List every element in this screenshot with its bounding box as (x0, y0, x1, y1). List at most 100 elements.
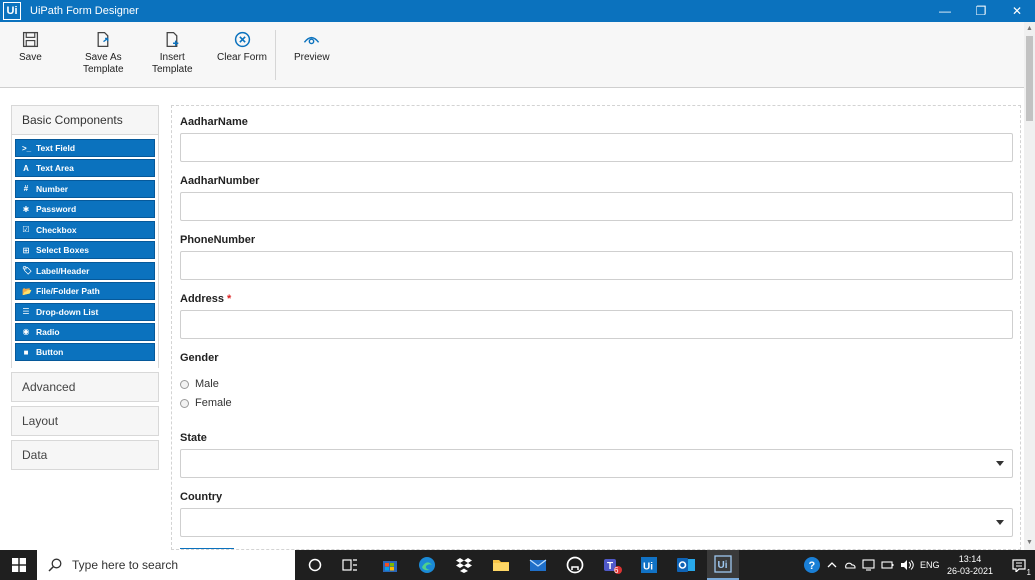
gender-option-male[interactable]: Male (180, 378, 219, 390)
edge-app[interactable] (411, 550, 443, 580)
basic-components-list: >_ Text Field A Text Area # Number ✱ Password ☑ C… (11, 135, 159, 368)
component-label: Select Boxes (36, 245, 89, 256)
aadhar-number-label: AadharNumber (180, 175, 260, 187)
clear-form-button[interactable]: Clear Form (217, 31, 267, 64)
component-select-boxes[interactable]: ⊞ Select Boxes (15, 241, 155, 260)
github-desktop-app[interactable] (559, 550, 591, 580)
taskbar: Type here to search T 6 Ui Ui ? ENG 13:1… (0, 550, 1035, 580)
gender-option-female[interactable]: Female (180, 397, 232, 409)
aadhar-number-input[interactable] (180, 192, 1013, 221)
teams-app[interactable]: T 6 (596, 550, 628, 580)
outlook-app[interactable] (670, 550, 702, 580)
dropdown-caret-icon (996, 520, 1004, 525)
country-label: Country (180, 491, 223, 503)
windows-start-button[interactable] (0, 550, 37, 580)
radio-button[interactable] (180, 398, 189, 408)
component-icon: 📂 (22, 286, 32, 296)
floppy-disk-icon (22, 31, 38, 48)
country-select[interactable] (180, 508, 1013, 537)
component-icon: A (23, 163, 29, 173)
edge-browser-icon (419, 557, 435, 573)
save-button[interactable]: Save (19, 31, 42, 64)
data-header[interactable]: Data (11, 439, 159, 470)
component-icon: ◉ (22, 327, 30, 337)
restore-button[interactable]: ❐ (963, 0, 999, 22)
component-text-field[interactable]: >_ Text Field (15, 139, 155, 157)
form-canvas: AadharName AadharNumber PhoneNumber Addr… (171, 105, 1021, 550)
component-button[interactable]: ■ Button (15, 343, 155, 362)
toolbar-separator (275, 30, 276, 80)
component-label: Label/Header (36, 265, 90, 276)
task-view-button[interactable] (334, 550, 366, 580)
component-file-folder-path[interactable]: 📂 File/Folder Path (15, 282, 155, 301)
component-text-area[interactable]: A Text Area (15, 159, 155, 178)
component-label: Button (36, 347, 64, 358)
notification-center-button[interactable]: 1 (1003, 550, 1035, 580)
clear-form-label: Clear Form (217, 52, 268, 63)
search-placeholder: Type here to search (72, 558, 179, 572)
scrollbar-thumb[interactable] (1026, 36, 1033, 121)
dropbox-app[interactable] (448, 550, 480, 580)
insert-template-line2: Template (152, 64, 193, 75)
windows-logo-icon (11, 558, 26, 572)
mail-app[interactable] (522, 550, 554, 580)
save-as-template-button[interactable]: Save As Template (83, 31, 124, 76)
basic-components-header[interactable]: Basic Components (11, 105, 159, 135)
address-input[interactable] (180, 310, 1013, 339)
component-radio[interactable]: ◉ Radio (15, 322, 155, 341)
insert-template-line1: Insert (159, 52, 185, 63)
advanced-header[interactable]: Advanced (11, 371, 159, 402)
component-icon: ⊞ (22, 245, 30, 255)
component-label: Drop-down List (36, 306, 99, 317)
gender-option-label: Female (195, 397, 232, 409)
component-password[interactable]: ✱ Password (15, 200, 155, 219)
onedrive-icon[interactable] (844, 559, 856, 571)
component-icon: ☰ (22, 307, 30, 316)
battery-icon[interactable] (881, 559, 894, 571)
toolbar: Save Save As Template Insert Template Cl… (0, 22, 1024, 88)
notification-icon (1012, 558, 1026, 572)
gender-option-label: Male (195, 378, 219, 390)
cortana-button[interactable] (299, 550, 331, 580)
uipath-form-designer-app[interactable]: Ui (707, 550, 739, 580)
vertical-scrollbar[interactable]: ▲ ▼ (1024, 22, 1035, 550)
component-icon: 🏷 (22, 266, 33, 276)
radio-button[interactable] (180, 379, 189, 389)
minimize-button[interactable]: — (927, 0, 963, 22)
insert-template-button[interactable]: Insert Template (152, 31, 193, 76)
layout-header[interactable]: Layout (11, 405, 159, 436)
preview-button[interactable]: Preview (294, 31, 330, 64)
aadhar-name-input[interactable] (180, 133, 1013, 162)
gender-label: Gender (180, 352, 219, 364)
component-drop-down-list[interactable]: ☰ Drop-down List (15, 302, 155, 321)
help-icon[interactable]: ? (803, 556, 821, 574)
window-controls: — ❐ ✕ (927, 0, 1035, 22)
volume-icon[interactable] (900, 559, 914, 571)
phone-number-input[interactable] (180, 251, 1013, 280)
phone-number-label: PhoneNumber (180, 234, 256, 246)
preview-label: Preview (294, 52, 330, 63)
component-label: Text Field (36, 143, 76, 153)
mail-envelope-icon (529, 559, 547, 571)
uipath-studio-app[interactable]: Ui (633, 550, 665, 580)
component-checkbox[interactable]: ☑ Checkbox (15, 220, 155, 239)
svg-text:T: T (607, 561, 613, 572)
save-as-template-line2: Template (83, 64, 124, 75)
scroll-up-icon[interactable]: ▲ (1024, 24, 1035, 34)
store-app[interactable] (374, 550, 406, 580)
language-indicator[interactable]: ENG (920, 560, 940, 570)
file-explorer-app[interactable] (485, 550, 517, 580)
component-number[interactable]: # Number (15, 179, 155, 198)
scroll-down-icon[interactable]: ▼ (1024, 538, 1035, 548)
system-clock[interactable]: 13:14 26-03-2021 (940, 553, 1000, 577)
address-label-text: Address (180, 293, 225, 305)
taskbar-search-box[interactable]: Type here to search (37, 550, 295, 580)
export-document-icon (97, 31, 109, 48)
close-button[interactable]: ✕ (999, 0, 1035, 22)
chevron-up-icon[interactable] (826, 559, 838, 571)
svg-text:?: ? (809, 560, 816, 572)
required-asterisk: * (227, 293, 232, 305)
network-icon[interactable] (862, 559, 875, 571)
component-label-header[interactable]: 🏷 Label/Header (15, 261, 155, 280)
state-select[interactable] (180, 449, 1013, 478)
